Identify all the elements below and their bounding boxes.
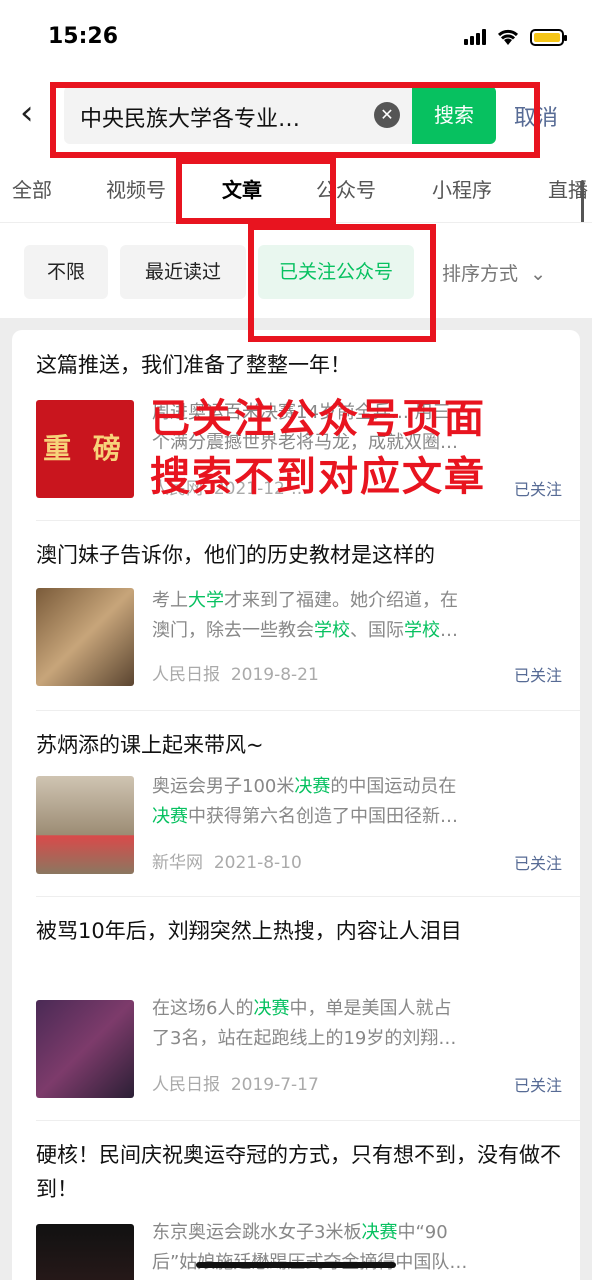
article-thumbnail [36, 1000, 134, 1098]
sort-dropdown[interactable]: 排序方式 ⌄ [442, 259, 546, 286]
list-item[interactable]: 澳门妹子告诉你，他们的历史教材是这样的 考上大学才来到了福建。她介绍道，在 澳门… [36, 538, 566, 688]
list-item[interactable]: 被骂10年后，刘翔突然上热搜，内容让人泪目 在这场6人的决赛中，单是美国人就占 … [36, 914, 566, 1104]
annotation-box-search [50, 82, 540, 158]
article-snippet: 奥运会男子100米决赛的中国运动员在 决赛中获得第六名创造了中国田径新… [152, 776, 458, 827]
article-thumbnail [36, 1224, 134, 1280]
divider [36, 1120, 580, 1121]
article-meta: 人民日报 2019-7-17 [152, 1075, 319, 1095]
annotation-box-tab [176, 158, 336, 224]
article-thumbnail [36, 588, 134, 686]
article-thumbnail [36, 776, 134, 874]
tab-channels[interactable]: 视频号 [106, 174, 166, 203]
wifi-icon [497, 29, 519, 45]
status-icons [464, 28, 567, 46]
article-thumbnail: 重 磅 [36, 400, 134, 498]
divider [36, 710, 580, 711]
annotation-text-line1: 已关注公众号页面 [150, 396, 486, 442]
annotation-box-filter [248, 224, 436, 342]
divider [36, 896, 580, 897]
tab-mini-programs[interactable]: 小程序 [432, 174, 492, 203]
article-title: 澳门妹子告诉你，他们的历史教材是这样的 [36, 543, 435, 567]
list-item[interactable]: 苏炳添的课上起来带风~ 奥运会男子100米决赛的中国运动员在 决赛中获得第六名创… [36, 728, 566, 878]
chevron-down-icon: ⌄ [530, 263, 546, 285]
followed-badge: 已关注 [513, 666, 562, 685]
article-meta: 新华网 2021-8-10 [152, 853, 302, 873]
article-title: 硬核！民间庆祝奥运夺冠的方式，只有想不到，没有做不到！ [36, 1143, 561, 1201]
sort-label: 排序方式 [442, 263, 519, 285]
followed-badge: 已关注 [513, 1076, 562, 1095]
back-chevron-icon[interactable]: ‹ [20, 96, 34, 130]
cellular-signal-icon [464, 29, 486, 45]
article-title: 这篇推送，我们准备了整整一年！ [36, 353, 351, 377]
battery-icon [530, 28, 567, 46]
article-snippet: 东京奥运会跳水女子3米板决赛中“90 后”姑娘施廷懋踢压式夺金摘得中国队… [152, 1222, 467, 1273]
status-bar: 15:26 [0, 0, 592, 72]
status-time: 15:26 [48, 24, 119, 49]
followed-badge: 已关注 [513, 480, 562, 499]
article-title: 被骂10年后，刘翔突然上热搜，内容让人泪目 [36, 919, 462, 943]
filter-recently-read[interactable]: 最近读过 [120, 245, 246, 299]
article-snippet: 考上大学才来到了福建。她介绍道，在 澳门，除去一些教会学校、国际学校… [152, 590, 458, 641]
article-title: 苏炳添的课上起来带风~ [36, 733, 264, 757]
list-item[interactable]: 硬核！民间庆祝奥运夺冠的方式，只有想不到，没有做不到！ 东京奥运会跳水女子3米板… [36, 1138, 566, 1280]
article-meta: 人民日报 2019-8-21 [152, 665, 319, 685]
tab-all[interactable]: 全部 [12, 174, 52, 203]
annotation-text-line2: 搜索不到对应文章 [150, 454, 486, 500]
followed-badge: 已关注 [513, 854, 562, 873]
home-indicator [196, 1262, 396, 1268]
divider [36, 520, 580, 521]
filter-unlimited[interactable]: 不限 [24, 245, 108, 299]
article-snippet: 在这场6人的决赛中，单是美国人就占 了3名，站在起跑线上的19岁的刘翔… [152, 998, 457, 1049]
